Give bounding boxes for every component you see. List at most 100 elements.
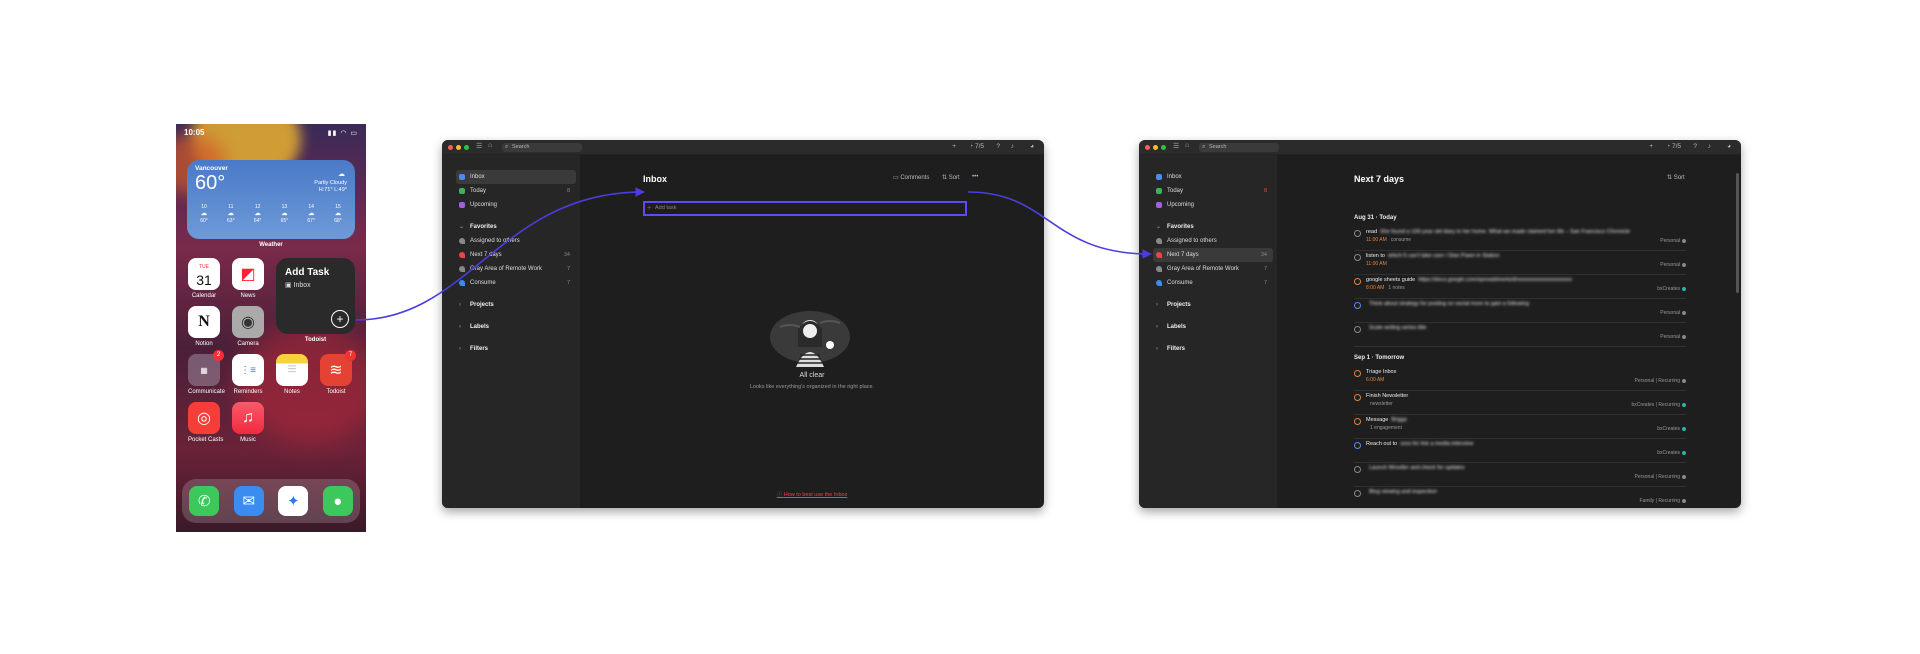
sidebar-item-next7[interactable]: Next 7 days 34 — [1153, 248, 1273, 262]
camera-app[interactable]: ◉ Camera — [232, 306, 264, 347]
home-icon[interactable]: ⌂ — [488, 142, 492, 149]
favorites-header[interactable]: ⌄ Favorites — [1153, 220, 1273, 234]
search-input[interactable]: ⌕ Search — [502, 143, 582, 152]
sidebar-item-gray-area[interactable]: Gray Area of Remote Work 7 — [456, 262, 576, 276]
task-project[interactable]: Family | Recurring — [1640, 498, 1686, 504]
task-project[interactable]: Personal | Recurring — [1635, 474, 1686, 480]
sort-button[interactable]: ⇅ Sort — [1667, 174, 1685, 181]
task-checkbox[interactable] — [1354, 254, 1361, 261]
help-icon[interactable]: ? — [996, 143, 1000, 150]
add-icon[interactable]: + — [1649, 143, 1653, 150]
karma-indicator[interactable]: ◔ 7/5 — [969, 143, 984, 150]
task-checkbox[interactable] — [1354, 442, 1361, 449]
safari-icon[interactable]: ✦ — [278, 486, 309, 516]
task-row[interactable]: Blog viewing and inspection Family | Recu… — [1354, 489, 1686, 508]
communicate-folder[interactable]: ▦ 2 Communicate — [188, 350, 225, 395]
task-checkbox[interactable] — [1354, 326, 1361, 333]
task-checkbox[interactable] — [1354, 418, 1361, 425]
task-row[interactable]: Triage Inbox 6:00 AM Personal | Recurring — [1354, 369, 1686, 391]
comments-button[interactable]: ▭ Comments — [893, 174, 929, 181]
menu-icon[interactable]: ☰ — [1173, 142, 1179, 150]
filters-header[interactable]: › Filters — [456, 342, 576, 356]
task-project[interactable]: bxCreates — [1657, 426, 1686, 432]
task-checkbox[interactable] — [1354, 278, 1361, 285]
sidebar-item-consume[interactable]: Consume 7 — [1153, 276, 1273, 290]
music-app[interactable]: ♫ Music — [232, 402, 264, 443]
task-project[interactable]: bxCreates — [1657, 450, 1686, 456]
menu-icon[interactable]: ☰ — [476, 142, 482, 150]
reminders-app[interactable]: ⋮≡ Reminders — [232, 354, 264, 395]
task-project[interactable]: Personal | Recurring — [1635, 378, 1686, 384]
sidebar-item-upcoming[interactable]: Upcoming — [1153, 198, 1273, 212]
task-checkbox[interactable] — [1354, 394, 1361, 401]
labels-header[interactable]: › Labels — [456, 320, 576, 334]
sidebar-item-next7[interactable]: Next 7 days 34 — [456, 248, 576, 262]
todoist-add-task-widget[interactable]: Add Task ▣ Inbox + — [276, 258, 355, 334]
task-row[interactable]: Reach out to xxxx for link a media interv… — [1354, 441, 1686, 463]
task-row[interactable]: Message Briggs 1 engagement bxCreates — [1354, 417, 1686, 439]
home-icon[interactable]: ⌂ — [1185, 142, 1189, 149]
task-row[interactable]: Scale writing series title Personal — [1354, 325, 1686, 347]
sidebar-item-consume[interactable]: Consume 7 — [456, 276, 576, 290]
weather-widget[interactable]: Vancouver 60° ☁ Partly Cloudy H:71° L:49… — [187, 160, 355, 239]
sidebar-item-assigned[interactable]: Assigned to others — [456, 234, 576, 248]
sidebar-item-inbox[interactable]: Inbox — [1153, 170, 1273, 184]
news-app[interactable]: ◩ News — [232, 258, 264, 299]
task-project[interactable]: bxCreates — [1657, 286, 1686, 292]
minimize-button[interactable] — [456, 145, 461, 150]
task-checkbox[interactable] — [1354, 230, 1361, 237]
task-row[interactable]: Finish Newsletter newsletter bxCreates | R… — [1354, 393, 1686, 415]
task-project[interactable]: bxCreates | Recurring — [1631, 402, 1686, 408]
sidebar-item-gray-area[interactable]: Gray Area of Remote Work 7 — [1153, 262, 1273, 276]
sort-button[interactable]: ⇅ Sort — [942, 174, 960, 181]
task-project[interactable]: Personal — [1660, 310, 1686, 316]
bell-icon[interactable]: ♪ — [1011, 143, 1014, 150]
sidebar-item-assigned[interactable]: Assigned to others — [1153, 234, 1273, 248]
notes-app[interactable]: ≡ Notes — [276, 354, 308, 395]
close-button[interactable] — [1145, 145, 1150, 150]
task-project[interactable]: Personal — [1660, 238, 1686, 244]
scrollbar[interactable] — [1736, 173, 1739, 293]
task-project[interactable]: Personal — [1660, 334, 1686, 340]
help-icon[interactable]: ? — [1693, 143, 1697, 150]
task-project[interactable]: Personal — [1660, 262, 1686, 268]
projects-header[interactable]: › Projects — [456, 298, 576, 312]
task-row[interactable]: Think about strategy for posting on soci… — [1354, 301, 1686, 323]
labels-header[interactable]: › Labels — [1153, 320, 1273, 334]
task-row[interactable]: Launch Wrestler and check for updates Per… — [1354, 465, 1686, 487]
task-row[interactable]: read She found a 100-year old diary in he… — [1354, 229, 1686, 251]
bell-icon[interactable]: ♪ — [1708, 143, 1711, 150]
task-row[interactable]: google sheets guide https://docs.google.c… — [1354, 277, 1686, 299]
pocketcasts-app[interactable]: ◎ Pocket Casts — [188, 402, 223, 443]
notion-app[interactable]: N Notion — [188, 306, 220, 347]
sidebar-item-today[interactable]: Today 8 — [456, 184, 576, 198]
task-row[interactable]: listen to which 5 can't take care / Dian … — [1354, 253, 1686, 275]
zoom-button[interactable] — [464, 145, 469, 150]
favorites-header[interactable]: ⌄ Favorites — [456, 220, 576, 234]
todoist-app[interactable]: ≋ 7 Todoist — [320, 350, 356, 395]
zoom-button[interactable] — [1161, 145, 1166, 150]
messages-icon[interactable]: ● — [322, 486, 353, 516]
more-icon[interactable]: ••• — [972, 174, 978, 180]
calendar-app[interactable]: TUE 31 Calendar — [188, 258, 220, 299]
task-checkbox[interactable] — [1354, 466, 1361, 473]
avatar[interactable]: ◕ — [1030, 143, 1034, 150]
howto-link[interactable]: ⓘ How to best use the Inbox — [580, 490, 1044, 498]
minimize-button[interactable] — [1153, 145, 1158, 150]
filters-header[interactable]: › Filters — [1153, 342, 1273, 356]
projects-header[interactable]: › Projects — [1153, 298, 1273, 312]
add-task-input[interactable]: + Add task — [643, 201, 967, 216]
search-input[interactable]: ⌕ Search — [1199, 143, 1279, 152]
mail-icon[interactable]: ✉ — [233, 486, 264, 516]
avatar[interactable]: ◕ — [1727, 143, 1731, 150]
phone-icon[interactable]: ✆ — [189, 486, 220, 516]
task-checkbox[interactable] — [1354, 490, 1361, 497]
sidebar-item-upcoming[interactable]: Upcoming — [456, 198, 576, 212]
sidebar-item-inbox[interactable]: Inbox — [456, 170, 576, 184]
plus-icon[interactable]: + — [331, 310, 349, 328]
task-checkbox[interactable] — [1354, 370, 1361, 377]
add-icon[interactable]: + — [952, 143, 956, 150]
sidebar-item-today[interactable]: Today 8 — [1153, 184, 1273, 198]
task-checkbox[interactable] — [1354, 302, 1361, 309]
close-button[interactable] — [448, 145, 453, 150]
